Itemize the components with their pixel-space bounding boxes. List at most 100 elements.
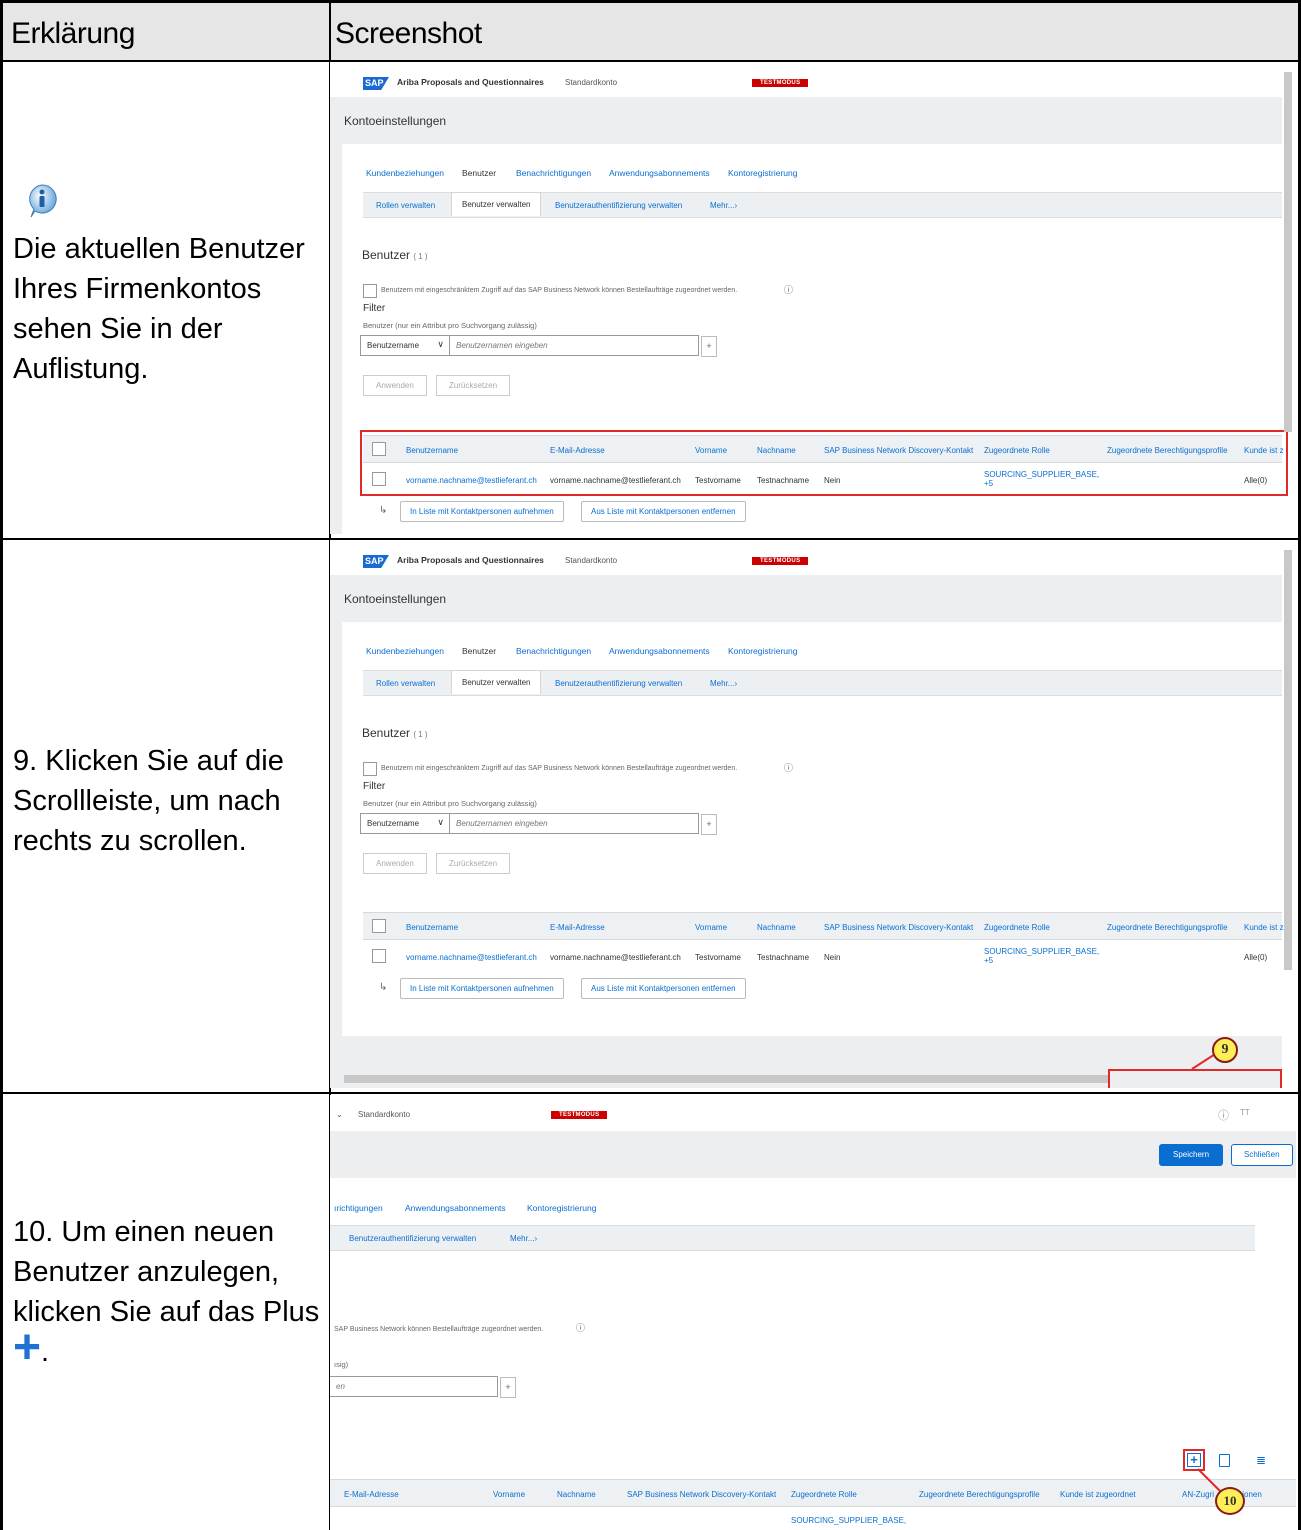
cell-role[interactable]: SOURCING_SUPPLIER_BASE,: [984, 947, 1099, 956]
remove-contact-button[interactable]: Aus Liste mit Kontaktpersonen entfernen: [581, 501, 746, 522]
app-title[interactable]: Ariba Proposals and Questionnaires: [397, 555, 544, 565]
tab-anwendungsabonnements[interactable]: Anwendungsabonnements: [609, 168, 710, 178]
col-role[interactable]: Zugeordnete Rolle: [791, 1490, 857, 1499]
filter-select-value: Benutzername: [367, 341, 420, 350]
tab-kundenbeziehungen[interactable]: Kundenbeziehungen: [366, 168, 444, 178]
avatar[interactable]: TT: [1240, 1108, 1250, 1117]
col-customer[interactable]: Kunde ist z: [1244, 923, 1284, 932]
reset-button[interactable]: Zurücksetzen: [436, 853, 511, 874]
cell-role[interactable]: SOURCING_SUPPLIER_BASE,: [791, 1516, 906, 1525]
tab-benachrichtigungen[interactable]: ırichtigungen: [334, 1203, 383, 1213]
subtab-rollen[interactable]: Rollen verwalten: [376, 201, 435, 210]
restrict-checkbox[interactable]: [363, 284, 377, 298]
info-circle-icon[interactable]: ⓘ: [784, 761, 793, 774]
subtab-rollen[interactable]: Rollen verwalten: [376, 679, 435, 688]
col-lastname[interactable]: Nachname: [557, 1490, 596, 1499]
add-filter-button[interactable]: +: [701, 336, 717, 357]
filter-select-value: Benutzername: [367, 819, 420, 828]
col-profiles[interactable]: Zugeordnete Berechtigungsprofile: [1107, 923, 1228, 932]
plus-icon: +: [13, 1321, 42, 1374]
remove-contact-button[interactable]: Aus Liste mit Kontaktpersonen entfernen: [581, 978, 746, 999]
info-circle-icon[interactable]: ⓘ: [784, 283, 793, 296]
sub-tabs: Rollen verwalten Benutzer verwalten Benu…: [363, 192, 1282, 218]
subtab-mehr[interactable]: Mehr...›: [710, 679, 737, 688]
vertical-scrollbar[interactable]: [1284, 72, 1292, 432]
screenshot-2: SAP Ariba Proposals and Questionnaires S…: [330, 540, 1296, 1088]
save-button[interactable]: Speichern: [1159, 1144, 1224, 1166]
subtab-authentifizierung[interactable]: Benutzerauthentifizierung verwalten: [555, 679, 682, 688]
section-title-text: Benutzer: [362, 726, 411, 740]
chevron-down-icon: ∨: [437, 339, 444, 349]
col-email[interactable]: E-Mail-Adresse: [344, 1490, 399, 1499]
info-circle-icon[interactable]: ⓘ: [576, 1321, 585, 1334]
highlight-box: [1108, 1069, 1282, 1088]
col-role[interactable]: Zugeordnete Rolle: [984, 923, 1050, 932]
tab-benachrichtigungen[interactable]: Benachrichtigungen: [516, 168, 591, 178]
apply-button[interactable]: Anwenden: [363, 853, 427, 874]
horizontal-scrollbar[interactable]: [344, 1075, 1108, 1083]
vertical-scrollbar[interactable]: [1284, 550, 1292, 970]
col-firstname[interactable]: Vorname: [695, 923, 727, 932]
cell-role-more[interactable]: +5: [984, 956, 993, 965]
tab-kontoregistrierung[interactable]: Kontoregistrierung: [728, 646, 797, 656]
add-contact-button[interactable]: In Liste mit Kontaktpersonen aufnehmen: [400, 501, 564, 522]
username-input[interactable]: en: [330, 1376, 498, 1397]
filter-select[interactable]: Benutzername ∨: [360, 813, 450, 834]
select-all-checkbox[interactable]: [372, 919, 386, 933]
col-profiles[interactable]: Zugeordnete Berechtigungsprofile: [919, 1490, 1040, 1499]
username-input[interactable]: Benutzernamen eingeben: [449, 335, 699, 356]
account-label[interactable]: Standardkonto: [358, 1110, 410, 1119]
add-contact-button[interactable]: In Liste mit Kontaktpersonen aufnehmen: [400, 978, 564, 999]
highlight-text: das Plus: [208, 1296, 320, 1328]
col-customer[interactable]: Kunde ist zugeordnet: [1060, 1490, 1136, 1499]
chevron-down-icon: ⌄: [336, 1110, 343, 1119]
account-label[interactable]: Standardkonto: [565, 556, 617, 565]
apply-button[interactable]: Anwenden: [363, 375, 427, 396]
row-checkbox[interactable]: [372, 949, 386, 963]
tab-anwendungsabonnements[interactable]: Anwendungsabonnements: [609, 646, 710, 656]
tab-kontoregistrierung[interactable]: Kontoregistrierung: [728, 168, 797, 178]
table-head: Benutzername E-Mail-Adresse Vorname Nach…: [363, 912, 1284, 940]
tab-anwendungsabonnements[interactable]: Anwendungsabonnements: [405, 1203, 506, 1213]
chevron-down-icon: ∨: [437, 817, 444, 827]
export-icon[interactable]: [1219, 1454, 1230, 1467]
tab-kundenbeziehungen[interactable]: Kundenbeziehungen: [366, 646, 444, 656]
username-input[interactable]: Benutzernamen eingeben: [449, 813, 699, 834]
tab-benachrichtigungen[interactable]: Benachrichtigungen: [516, 646, 591, 656]
tab-kontoregistrierung[interactable]: Kontoregistrierung: [527, 1203, 596, 1213]
add-filter-button[interactable]: +: [500, 1377, 516, 1398]
app-title[interactable]: Ariba Proposals and Questionnaires: [397, 77, 544, 87]
subtab-mehr[interactable]: Mehr...›: [510, 1234, 537, 1243]
restrict-label: Benutzern mit eingeschränktem Zugriff au…: [381, 765, 738, 772]
page-title: Kontoeinstellungen: [344, 114, 447, 128]
subtab-benutzer-verwalten[interactable]: Benutzer verwalten: [451, 192, 542, 216]
tab-benutzer[interactable]: Benutzer: [462, 646, 496, 656]
section-count: ( 1 ): [413, 252, 428, 261]
text: .: [41, 1336, 50, 1368]
cell-username[interactable]: vorname.nachname@testlieferant.ch: [406, 953, 537, 962]
restrict-checkbox[interactable]: [363, 762, 377, 776]
col-username[interactable]: Benutzername: [406, 923, 458, 932]
tab-benutzer[interactable]: Benutzer: [462, 168, 496, 178]
add-filter-button[interactable]: +: [701, 814, 717, 835]
account-label[interactable]: Standardkonto: [565, 78, 617, 87]
subtab-authentifizierung[interactable]: Benutzerauthentifizierung verwalten: [349, 1234, 476, 1243]
col-lastname[interactable]: Nachname: [757, 923, 796, 932]
col-email[interactable]: E-Mail-Adresse: [550, 923, 605, 932]
col-firstname[interactable]: Vorname: [493, 1490, 525, 1499]
close-button[interactable]: Schließen: [1231, 1144, 1293, 1166]
restrict-label: Benutzern mit eingeschränktem Zugriff au…: [381, 287, 738, 294]
section-count: ( 1 ): [413, 730, 428, 739]
col-discovery[interactable]: SAP Business Network Discovery-Kontakt: [627, 1490, 776, 1499]
col-discovery[interactable]: SAP Business Network Discovery-Kontakt: [824, 923, 973, 932]
help-icon[interactable]: ⓘ: [1218, 1107, 1229, 1123]
reset-button[interactable]: Zurücksetzen: [436, 375, 511, 396]
subtab-authentifizierung[interactable]: Benutzerauthentifizierung verwalten: [555, 201, 682, 210]
subtab-benutzer-verwalten[interactable]: Benutzer verwalten: [451, 670, 542, 694]
filter-select[interactable]: Benutzername ∨: [360, 335, 450, 356]
testmode-badge: TESTMODUS: [752, 557, 809, 565]
subtab-mehr[interactable]: Mehr...›: [710, 201, 737, 210]
section-title: Benutzer ( 1 ): [362, 248, 428, 262]
page-title: Kontoeinstellungen: [344, 592, 447, 606]
table-settings-icon[interactable]: ≣: [1256, 1453, 1266, 1467]
